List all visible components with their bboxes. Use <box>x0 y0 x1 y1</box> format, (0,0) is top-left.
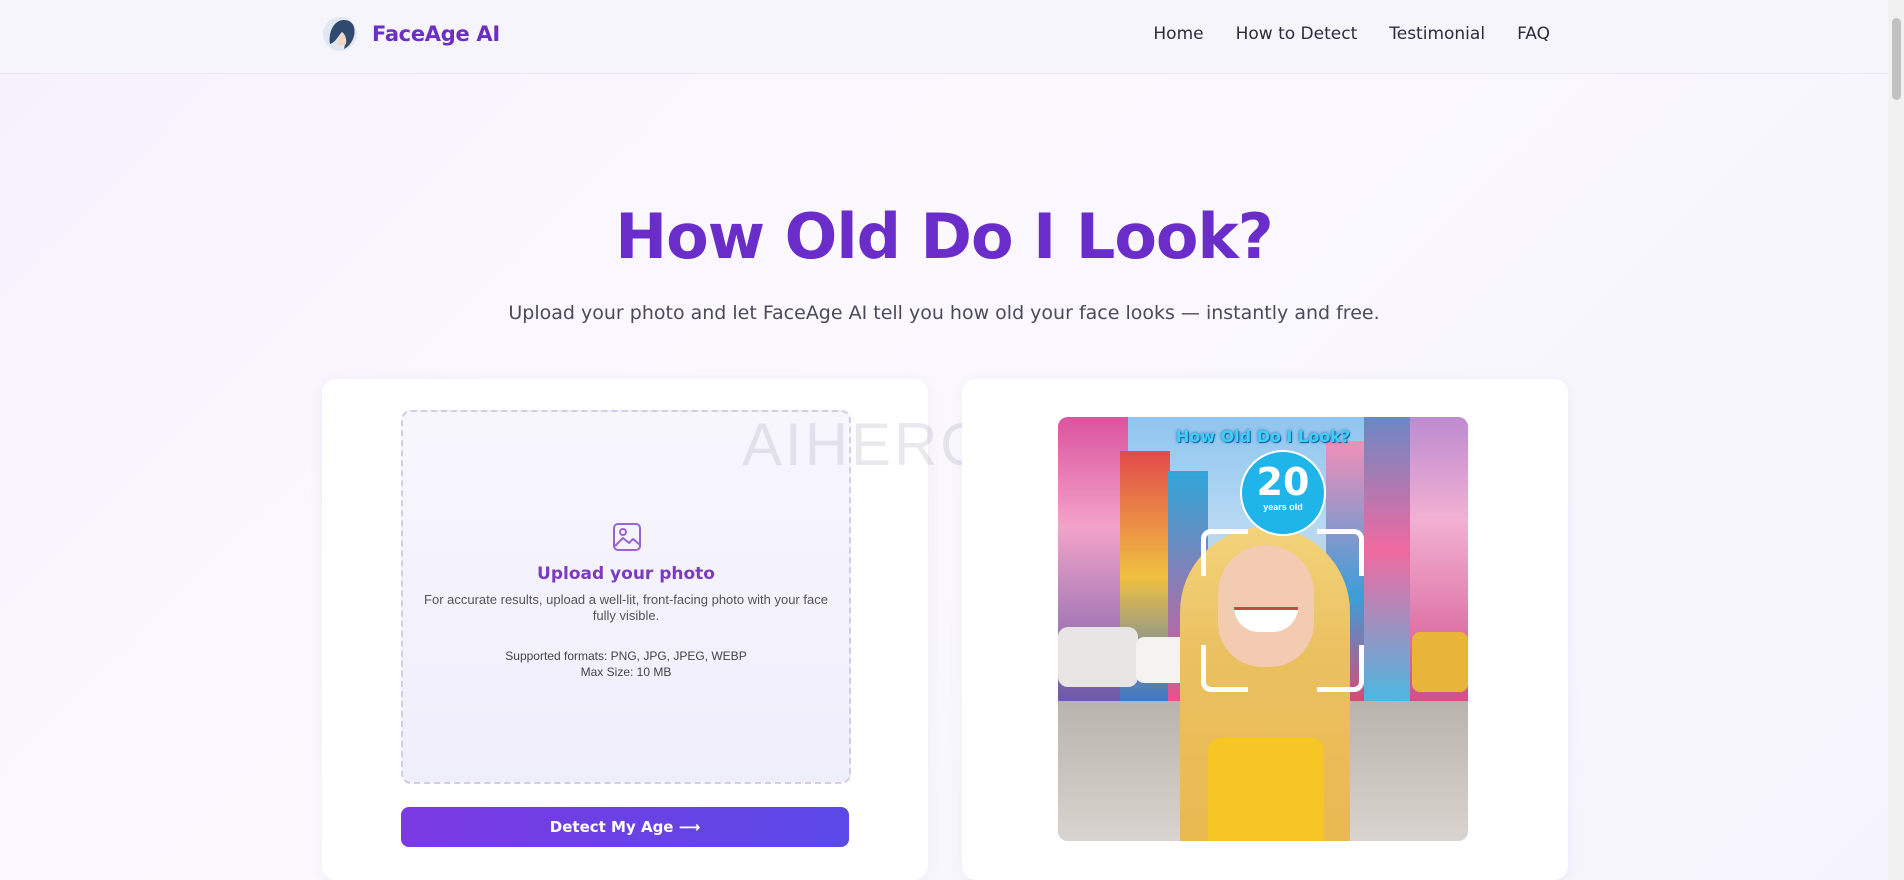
upload-description: For accurate results, upload a well-lit,… <box>424 592 828 623</box>
scrollbar-thumb[interactable] <box>1892 18 1901 100</box>
example-card: How Old Do I Look? 20 years old <box>962 379 1568 880</box>
main-nav: Home How to Detect Testimonial FAQ <box>1153 24 1550 44</box>
face-logo-icon <box>323 17 357 51</box>
site-header: FaceAge AI Home How to Detect Testimonia… <box>0 0 1888 74</box>
max-size: Max Size: 10 MB <box>580 665 672 679</box>
upload-title: Upload your photo <box>537 564 715 584</box>
age-value: 20 <box>1256 460 1310 504</box>
page-title: How Old Do I Look? <box>615 200 1273 273</box>
age-unit: years old <box>1263 502 1303 512</box>
detect-age-button[interactable]: Detect My Age ⟶ <box>401 807 849 847</box>
upload-requirements: Supported formats: PNG, JPG, JPEG, WEBP … <box>403 648 849 680</box>
brand-logo[interactable]: FaceAge AI <box>320 14 500 54</box>
image-icon <box>613 523 641 551</box>
brand-name: FaceAge AI <box>372 22 500 46</box>
nav-how-to-detect[interactable]: How to Detect <box>1236 24 1358 44</box>
nav-home[interactable]: Home <box>1153 24 1203 44</box>
page-scrollbar[interactable] <box>1888 0 1904 880</box>
face-frame-corner-icon <box>1201 645 1248 692</box>
page-subtitle: Upload your photo and let FaceAge AI tel… <box>508 302 1380 324</box>
nav-faq[interactable]: FAQ <box>1517 24 1550 44</box>
supported-formats: Supported formats: PNG, JPG, JPEG, WEBP <box>505 649 747 663</box>
age-badge: 20 years old <box>1240 450 1326 536</box>
nav-testimonial[interactable]: Testimonial <box>1389 24 1485 44</box>
example-banner: How Old Do I Look? <box>1175 427 1351 446</box>
example-photo: How Old Do I Look? 20 years old <box>1058 417 1468 841</box>
face-frame-corner-icon <box>1201 529 1248 576</box>
face-frame-corner-icon <box>1317 645 1364 692</box>
face-frame-corner-icon <box>1317 529 1364 576</box>
